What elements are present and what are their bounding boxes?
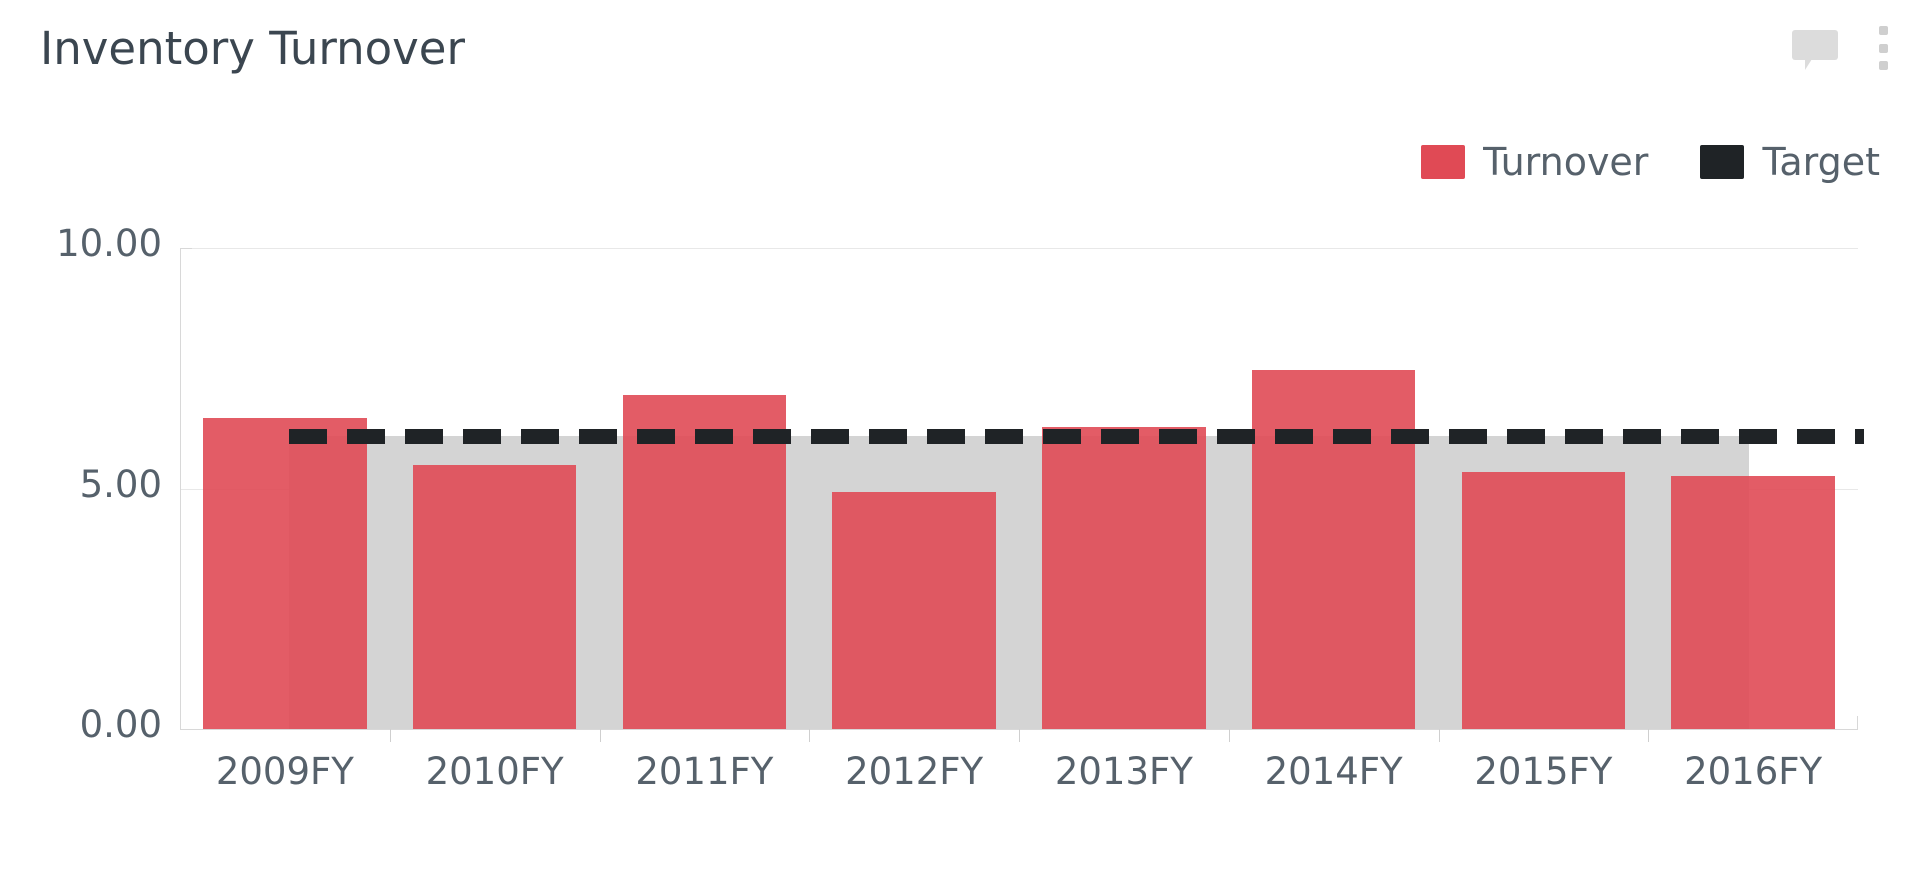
bar-2013FY[interactable]	[1042, 427, 1206, 729]
axis-cap-left-top	[180, 248, 192, 249]
x-axis-tick-mark-2014FY	[1228, 729, 1230, 742]
axis-line-y	[180, 248, 181, 729]
x-axis-tick-label-2013FY: 2013FY	[1054, 750, 1193, 793]
axis-cap-right	[1857, 716, 1858, 730]
x-axis-tick-label-2016FY: 2016FY	[1684, 750, 1823, 793]
y-axis-tick-label-0.00: 0.00	[79, 703, 162, 746]
bar-2009FY[interactable]	[203, 418, 367, 729]
bar-2012FY[interactable]	[832, 492, 996, 729]
x-axis-tick-mark-2015FY	[1438, 729, 1440, 742]
x-axis-tick-label-2014FY: 2014FY	[1264, 750, 1403, 793]
x-axis-tick-label-2015FY: 2015FY	[1474, 750, 1613, 793]
x-axis-tick-label-2010FY: 2010FY	[425, 750, 564, 793]
y-axis-tick-label-10.00: 10.00	[56, 222, 162, 265]
x-axis-tick-label-2012FY: 2012FY	[845, 750, 984, 793]
x-axis-tick-label-2009FY: 2009FY	[215, 750, 354, 793]
inventory-turnover-card: Inventory Turnover Turnover Target 0.00 5…	[0, 0, 1920, 885]
target-dashed-line	[289, 428, 1864, 444]
x-axis-tick-label-2011FY: 2011FY	[635, 750, 774, 793]
x-axis-tick-mark-2011FY	[599, 729, 601, 742]
y-axis-tick-label-5.00: 5.00	[79, 462, 162, 506]
x-axis-tick-mark-2010FY	[389, 729, 391, 742]
x-axis-tick-mark-2013FY	[1019, 729, 1020, 742]
bar-2010FY[interactable]	[412, 465, 577, 729]
x-axis-tick-mark-2016FY	[1648, 729, 1650, 742]
chart-plot-area: 0.00 5.00 10.00 2009FY 2010FY 2011FY 2012FY 201…	[0, 0, 1920, 885]
bar-2011FY[interactable]	[622, 395, 787, 729]
x-axis-tick-mark-2012FY	[809, 729, 811, 742]
bar-2015FY[interactable]	[1461, 471, 1626, 729]
gridline-10.00	[180, 248, 1858, 249]
bar-2014FY[interactable]	[1251, 370, 1416, 729]
bar-2016FY[interactable]	[1671, 476, 1835, 729]
